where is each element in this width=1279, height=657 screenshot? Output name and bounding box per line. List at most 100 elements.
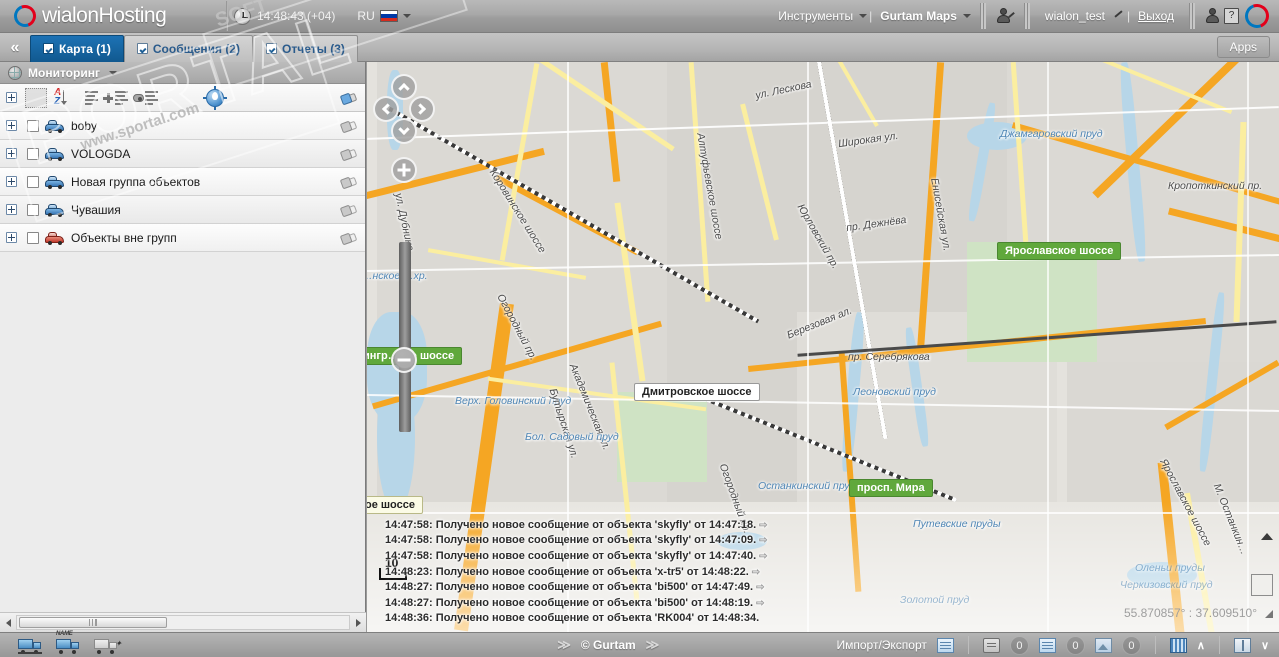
maps-menu[interactable]: Gurtam Maps bbox=[874, 9, 963, 23]
expand-icon[interactable] bbox=[6, 148, 17, 159]
map-viewport[interactable]: ул. Лескова Широкая ул. Джамгаровский пр… bbox=[367, 62, 1279, 632]
scrollbar-thumb[interactable] bbox=[19, 617, 167, 628]
list-item[interactable]: Новая группа объектов bbox=[0, 168, 365, 196]
expand-all-icon[interactable] bbox=[6, 92, 17, 103]
zoom-out-button[interactable] bbox=[391, 347, 417, 373]
checkbox-icon[interactable] bbox=[43, 43, 54, 54]
poi-label[interactable]: Дмитровское шоссе bbox=[634, 383, 760, 401]
language-selector[interactable]: RU bbox=[357, 9, 410, 23]
account-icon[interactable] bbox=[1204, 7, 1224, 25]
list-item[interactable]: Объекты вне групп bbox=[0, 224, 365, 252]
row-checkbox[interactable] bbox=[27, 148, 39, 160]
sort-az-icon[interactable]: AZ bbox=[51, 88, 73, 108]
application-root: wialonHosting 14:48:43 (+04) RU Инструме… bbox=[0, 0, 1279, 657]
calendar-icon[interactable] bbox=[1170, 638, 1187, 653]
chevron-down-icon[interactable]: ∨ bbox=[1261, 639, 1269, 652]
zoom-in-button[interactable] bbox=[391, 157, 417, 183]
checkbox-icon[interactable] bbox=[266, 43, 277, 54]
images-icon[interactable] bbox=[1095, 638, 1112, 653]
import-export-label[interactable]: Импорт/Экспорт bbox=[837, 638, 927, 652]
switch-user-icon[interactable] bbox=[1111, 7, 1125, 25]
row-checkbox[interactable] bbox=[27, 176, 39, 188]
jump-to-icon[interactable]: ⇨ bbox=[759, 550, 767, 565]
jump-to-icon[interactable]: ⇨ bbox=[752, 566, 760, 581]
clear-row-icon[interactable] bbox=[340, 230, 358, 245]
pan-left-button[interactable] bbox=[373, 96, 399, 122]
clear-row-icon[interactable] bbox=[340, 202, 358, 217]
messages-icon[interactable] bbox=[983, 638, 1000, 653]
scroll-right-button[interactable] bbox=[350, 614, 366, 632]
brand-logo[interactable]: wialonHosting bbox=[0, 4, 220, 28]
jump-to-icon[interactable]: ⇨ bbox=[759, 534, 767, 549]
list-item[interactable]: Чувашия bbox=[0, 196, 365, 224]
grid-columns-icon[interactable] bbox=[25, 88, 47, 108]
expand-icon[interactable] bbox=[6, 120, 17, 131]
log-time: 14:48:27 bbox=[385, 581, 429, 593]
chevron-right-icon[interactable]: ≫ bbox=[557, 637, 571, 653]
filter-list-icon[interactable] bbox=[77, 88, 99, 108]
pan-down-button[interactable] bbox=[391, 118, 417, 144]
expand-icon[interactable] bbox=[6, 176, 17, 187]
expand-icon[interactable] bbox=[6, 204, 17, 215]
tab-reports[interactable]: Отчеты (3) bbox=[253, 35, 358, 62]
row-checkbox[interactable] bbox=[27, 204, 39, 216]
clear-row-icon[interactable] bbox=[340, 118, 358, 133]
chevron-down-icon[interactable] bbox=[859, 14, 867, 18]
server-time-label: 14:48:43 (+04) bbox=[257, 9, 335, 23]
checkbox-icon[interactable] bbox=[137, 43, 148, 54]
book-icon[interactable] bbox=[1234, 638, 1251, 653]
expand-icon[interactable] bbox=[6, 232, 17, 243]
poi-label[interactable]: Ярославское шоссе bbox=[997, 242, 1121, 260]
jump-to-icon[interactable]: ⇨ bbox=[759, 519, 767, 534]
tab-map[interactable]: Карта (1) bbox=[30, 35, 124, 62]
chevron-down-icon[interactable] bbox=[963, 14, 971, 18]
clear-all-icon[interactable] bbox=[340, 90, 358, 105]
scrollbar-track[interactable] bbox=[16, 615, 350, 630]
clear-row-icon[interactable] bbox=[340, 174, 358, 189]
car-blue-icon bbox=[45, 119, 65, 133]
map-resize-handle-icon[interactable] bbox=[1263, 608, 1273, 618]
import-export-icon[interactable] bbox=[937, 638, 954, 653]
zoom-slider-track[interactable] bbox=[399, 242, 411, 432]
log-entry: 14:48:36: Получено новое сообщение от об… bbox=[385, 611, 785, 626]
log-time: 14:47:58 bbox=[385, 534, 429, 546]
scroll-left-button[interactable] bbox=[0, 614, 16, 632]
jump-to-icon[interactable]: ⇨ bbox=[756, 581, 764, 596]
pan-right-button[interactable] bbox=[409, 96, 435, 122]
apps-button[interactable]: Apps bbox=[1217, 36, 1270, 58]
copyright-label: © Gurtam bbox=[581, 638, 636, 652]
tab-messages[interactable]: Сообщения (2) bbox=[124, 35, 253, 62]
clear-row-icon[interactable] bbox=[340, 146, 358, 161]
track-player-icon[interactable] bbox=[18, 637, 44, 654]
collapse-panel-button[interactable]: « bbox=[0, 33, 30, 62]
chevron-up-icon[interactable]: ∧ bbox=[1197, 639, 1205, 652]
panel-header[interactable]: Мониторинг bbox=[0, 62, 365, 84]
notifications-icon[interactable] bbox=[1039, 638, 1056, 653]
map-collapse-icon[interactable] bbox=[1261, 533, 1273, 540]
hide-list-icon[interactable] bbox=[133, 88, 159, 108]
list-item-label: Новая группа объектов bbox=[71, 175, 200, 189]
log-text: Получено новое сообщение от объекта 'RK0… bbox=[436, 612, 759, 624]
chevron-down-icon[interactable] bbox=[109, 71, 117, 75]
row-checkbox[interactable] bbox=[27, 120, 39, 132]
locate-all-icon[interactable] bbox=[205, 88, 225, 108]
poi-label[interactable]: просп. Мира bbox=[849, 479, 933, 497]
jump-to-icon[interactable]: ⇨ bbox=[756, 597, 764, 612]
panel-horizontal-scrollbar[interactable] bbox=[0, 612, 366, 632]
tab-label: Карта (1) bbox=[59, 42, 111, 56]
minimap-toggle-button[interactable] bbox=[1251, 574, 1273, 596]
list-item[interactable]: VOLOGDA bbox=[0, 140, 365, 168]
pan-up-button[interactable] bbox=[391, 74, 417, 100]
row-checkbox[interactable] bbox=[27, 232, 39, 244]
poi-label[interactable]: ое шоссе bbox=[367, 496, 423, 514]
tools-menu[interactable]: Инструменты bbox=[772, 9, 859, 23]
trailer-icon[interactable]: ✦ bbox=[94, 637, 120, 654]
name-track-icon[interactable]: NAME bbox=[56, 637, 82, 654]
logout-link[interactable]: Выход bbox=[1132, 9, 1180, 23]
help-icon[interactable]: ? bbox=[1224, 8, 1239, 24]
add-to-list-icon[interactable] bbox=[103, 88, 129, 108]
brand-name: wialonHosting bbox=[42, 4, 166, 28]
user-settings-icon[interactable] bbox=[995, 7, 1015, 25]
list-item[interactable]: boby bbox=[0, 112, 365, 140]
chevron-right-icon[interactable]: ≫ bbox=[646, 637, 660, 653]
